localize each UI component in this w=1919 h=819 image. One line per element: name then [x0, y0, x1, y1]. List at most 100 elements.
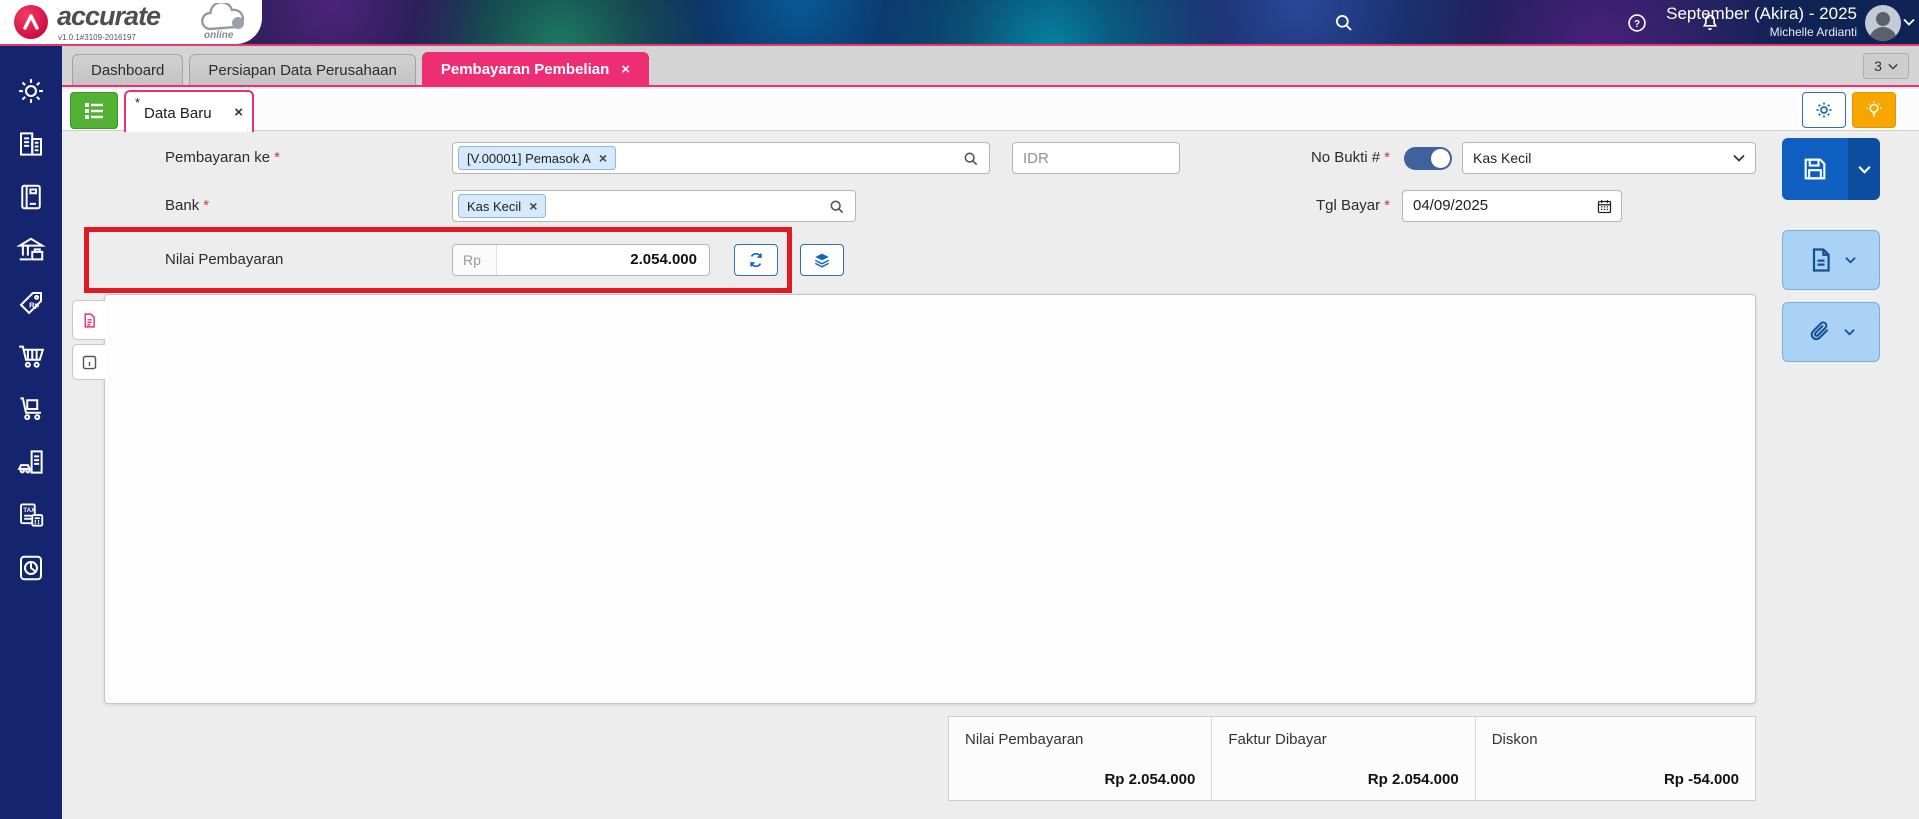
summary-diskon: Diskon Rp -54.000 — [1474, 717, 1755, 800]
tab-dashboard[interactable]: Dashboard — [72, 54, 184, 85]
no-bukti-toggle[interactable] — [1404, 147, 1452, 170]
nilai-pembayaran-label: Nilai Pembayaran — [165, 251, 284, 268]
unsaved-marker: * — [135, 95, 141, 110]
user-avatar[interactable] — [1865, 5, 1901, 41]
recalculate-button[interactable] — [734, 244, 778, 276]
gear-icon[interactable] — [16, 76, 46, 106]
summary-label: Faktur Dibayar — [1228, 731, 1327, 748]
paperclip-icon — [1810, 321, 1828, 341]
payment-summary: Nilai Pembayaran Rp 2.054.000 Faktur Dib… — [948, 716, 1756, 801]
user-name: Michelle Ardianti — [1769, 25, 1857, 39]
close-icon[interactable]: × — [529, 198, 537, 214]
print-preview-button[interactable] — [1782, 230, 1880, 290]
tab-persiapan-data-perusahaan[interactable]: Persiapan Data Perusahaan — [189, 54, 416, 85]
sidebar-nav: Rp TAX — [0, 46, 62, 819]
summary-faktur-dibayar: Faktur Dibayar Rp 2.054.000 — [1211, 717, 1474, 800]
date-value: 04/09/2025 — [1413, 197, 1489, 214]
bank-input[interactable]: Kas Kecil × — [452, 190, 856, 222]
lightbulb-icon — [1866, 101, 1882, 117]
search-icon[interactable] — [963, 151, 979, 167]
toggle-knob — [1431, 149, 1450, 168]
cash-bank-icon[interactable] — [16, 235, 46, 265]
tab-label: Persiapan Data Perusahaan — [208, 61, 397, 79]
chevron-down-icon — [1888, 63, 1898, 70]
chevron-down-icon — [1844, 257, 1856, 264]
currency-field[interactable] — [1012, 142, 1180, 174]
svg-text:?: ? — [1634, 19, 1640, 30]
layers-icon — [814, 253, 830, 268]
brand-online-label: online — [204, 30, 234, 41]
summary-nilai-pembayaran: Nilai Pembayaran Rp 2.054.000 — [949, 717, 1211, 800]
currency-prefix: Rp — [453, 245, 497, 275]
bank-chip[interactable]: Kas Kecil × — [458, 194, 547, 218]
company-buildings-icon[interactable] — [16, 129, 46, 159]
no-bukti-select[interactable]: Kas Kecil — [1462, 142, 1756, 174]
tab-pembayaran-pembelian[interactable]: Pembayaran Pembelian × — [421, 52, 650, 85]
chevron-down-icon — [1843, 329, 1855, 336]
attachment-button[interactable] — [1782, 302, 1880, 362]
selected-value: Kas Kecil — [1473, 150, 1532, 166]
required-marker: * — [274, 149, 280, 166]
purchases-cart-icon[interactable] — [16, 341, 46, 371]
calendar-icon[interactable] — [1596, 198, 1613, 215]
save-main[interactable] — [1782, 138, 1848, 200]
required-marker: * — [1384, 149, 1390, 166]
pembayaran-ke-label: Pembayaran ke * — [165, 149, 280, 166]
settings-button[interactable] — [1802, 92, 1846, 128]
assets-building-car-icon[interactable] — [16, 447, 46, 477]
logo-plate: accurate v1.0.1#3109-2016197 online — [0, 0, 262, 44]
save-options-chevron[interactable] — [1848, 138, 1880, 200]
tips-button[interactable] — [1852, 92, 1896, 128]
refresh-icon — [750, 252, 762, 268]
pembayaran-ke-input[interactable]: [V.00001] Pemasok A × — [452, 142, 990, 174]
tab-count-value: 3 — [1874, 58, 1882, 74]
user-menu-chevron-down-icon[interactable] — [1903, 18, 1915, 26]
summary-label: Diskon — [1491, 731, 1538, 748]
tab-label: Dashboard — [91, 61, 165, 79]
close-icon[interactable]: × — [621, 61, 630, 78]
required-marker: * — [1384, 197, 1390, 214]
help-icon[interactable]: ? — [1627, 13, 1647, 33]
svg-text:Rp: Rp — [29, 300, 39, 309]
search-icon[interactable] — [829, 199, 845, 215]
floppy-disk-icon — [1804, 158, 1826, 180]
tab-data-baru[interactable]: * Data Baru × — [124, 90, 254, 132]
sales-rp-tag-icon[interactable]: Rp — [16, 288, 46, 318]
chip-label: [V.00001] Pemasok A — [467, 150, 591, 166]
list-view-button[interactable] — [70, 92, 118, 129]
header-dot — [232, 17, 244, 29]
pembayaran-ke-chip[interactable]: [V.00001] Pemasok A × — [458, 146, 617, 170]
tgl-bayar-label: Tgl Bayar * — [1315, 197, 1390, 214]
app-version: v1.0.1#3109-2016197 — [58, 33, 136, 42]
gear-icon — [1816, 102, 1832, 118]
brand-name: accurate — [57, 1, 161, 31]
tab-count-selector[interactable]: 3 — [1863, 53, 1909, 79]
nilai-pembayaran-field[interactable]: Rp 2.054.000 — [452, 244, 710, 276]
reports-piechart-icon[interactable] — [16, 553, 46, 583]
period-user-block[interactable]: September (Akira) - 2025 Michelle Ardian… — [1666, 4, 1857, 39]
tax-calculator-icon[interactable]: TAX — [16, 500, 46, 530]
info-icon — [82, 355, 96, 369]
chip-label: Kas Kecil — [467, 198, 522, 214]
no-bukti-label: No Bukti # * — [1310, 149, 1390, 166]
nilai-pembayaran-value[interactable]: 2.054.000 — [497, 245, 709, 275]
accurate-logo-icon — [14, 5, 48, 39]
tgl-bayar-field[interactable]: 04/09/2025 — [1402, 190, 1622, 222]
summary-label: Nilai Pembayaran — [965, 731, 1084, 748]
panel-tab-faktur[interactable] — [72, 300, 105, 340]
faktur-panel — [104, 294, 1756, 704]
inventory-trolley-icon[interactable] — [16, 394, 46, 424]
close-icon[interactable]: × — [599, 150, 607, 166]
main-tabbar: Dashboard Persiapan Data Perusahaan Pemb… — [62, 46, 1919, 87]
bank-label: Bank * — [165, 197, 210, 214]
search-icon[interactable] — [1334, 13, 1354, 33]
close-icon[interactable]: × — [234, 104, 243, 121]
period-label: September (Akira) - 2025 — [1666, 4, 1857, 23]
save-button[interactable] — [1782, 138, 1880, 200]
document-icon — [84, 312, 95, 328]
allocation-button[interactable] — [800, 244, 844, 276]
required-marker: * — [203, 197, 210, 214]
chevron-down-icon — [1857, 165, 1871, 174]
ledger-book-icon[interactable] — [16, 182, 46, 212]
panel-tab-info[interactable] — [72, 344, 105, 380]
